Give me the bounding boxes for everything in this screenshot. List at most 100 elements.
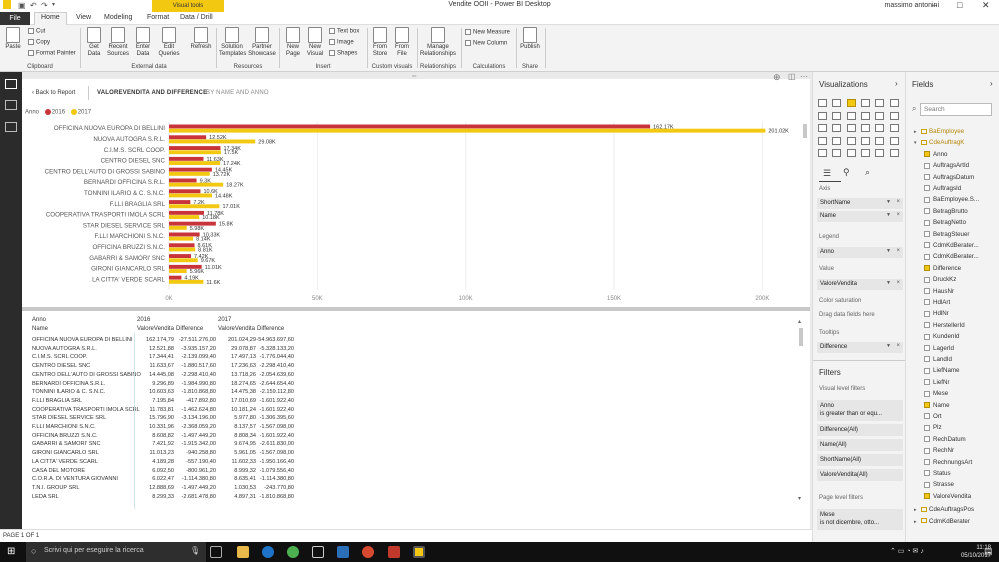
field-item[interactable]: CdmKdBerater...: [924, 253, 979, 264]
matrix-visual-icon[interactable]: [846, 149, 856, 157]
dropdown-icon[interactable]: ▼: [886, 248, 891, 254]
partner-showcase-button[interactable]: Partner Showcase: [248, 27, 276, 58]
category-label[interactable]: OFFICINA NUOVA EUROPA DI BELLINI: [54, 125, 165, 132]
field-item[interactable]: Mese: [924, 390, 948, 401]
splitter[interactable]: [22, 307, 810, 311]
filter-name[interactable]: Name(All): [817, 439, 903, 451]
format-painter-button[interactable]: Format Painter: [28, 50, 76, 57]
field-item[interactable]: Difference: [924, 265, 961, 276]
slicer-visual-icon[interactable]: [818, 149, 827, 157]
legend-2017[interactable]: 2017: [78, 110, 91, 116]
category-label[interactable]: NUOVA AUTOGRA S.R.L.: [93, 136, 165, 143]
field-item[interactable]: BetragSteuer: [924, 231, 969, 242]
field-item[interactable]: BetragBrutto: [924, 208, 968, 219]
field-item[interactable]: AuftragsId: [924, 185, 961, 196]
field-checkbox[interactable]: [924, 436, 930, 443]
field-checkbox[interactable]: [924, 310, 930, 317]
gauge-visual-icon[interactable]: [846, 136, 856, 145]
bar-2016[interactable]: [169, 124, 651, 129]
back-to-report-button[interactable]: ‹ Back to Report: [32, 90, 75, 96]
table-row[interactable]: OFFICINA NUOVA EUROPA DI BELLINI 162.174,…: [32, 337, 302, 346]
table-row[interactable]: LEDA SRL 8.299,33 -2.681.478,80 4.897,31 -1.…: [32, 494, 302, 503]
bar-2017[interactable]: [169, 215, 200, 219]
treemap-visual-icon[interactable]: [875, 124, 885, 132]
matrix-header-vv-2016[interactable]: ValoreVendita: [137, 326, 174, 332]
add-icon[interactable]: ⊕: [773, 72, 781, 83]
remove-icon[interactable]: ×: [896, 199, 900, 205]
bar-2016[interactable]: [169, 254, 192, 258]
format-paint-roller-icon[interactable]: ⚲: [843, 167, 850, 178]
expand-arrow-icon[interactable]: ▸: [914, 129, 921, 135]
fields-search-input[interactable]: Search: [920, 103, 992, 116]
field-checkbox[interactable]: [924, 276, 930, 283]
more-options-icon[interactable]: ⋯: [800, 72, 808, 81]
matrix-header-name[interactable]: Name: [32, 326, 48, 332]
report-view-icon[interactable]: [5, 79, 17, 89]
tab-home[interactable]: Home: [34, 12, 67, 25]
maximize-icon[interactable]: □: [957, 0, 962, 10]
image-button[interactable]: Image: [329, 39, 354, 46]
field-checkbox[interactable]: [924, 219, 930, 226]
field-checkbox[interactable]: [924, 333, 930, 340]
funnel-visual-icon[interactable]: [832, 136, 842, 145]
field-item[interactable]: Strasse: [924, 481, 954, 492]
data-view-icon[interactable]: [5, 100, 17, 110]
bar-2017[interactable]: [169, 171, 210, 176]
table-row[interactable]: TONNINI ILARIO & C. S.N.C. 10.603,63 -1.81…: [32, 389, 302, 398]
collapse-arrow-icon[interactable]: ▾: [914, 140, 921, 146]
stacked-column-visual-icon[interactable]: [832, 99, 842, 107]
text-box-button[interactable]: Text box: [329, 28, 359, 35]
field-checkbox[interactable]: [924, 185, 930, 192]
field-item[interactable]: HausNr: [924, 288, 954, 299]
table-item[interactable]: ▸ CdmKdBerater: [914, 518, 970, 529]
fields-tab-icon[interactable]: ☰: [823, 168, 831, 179]
category-label[interactable]: GIRONI GIANCARLO SRL: [91, 266, 165, 273]
bar-2017[interactable]: [169, 182, 224, 187]
field-item[interactable]: Anno: [924, 151, 947, 162]
new-measure-button[interactable]: New Measure: [465, 29, 510, 36]
scatter-visual-icon[interactable]: [832, 124, 842, 132]
field-checkbox[interactable]: [924, 401, 930, 408]
table-item[interactable]: ▸ CdeAuftragsPos: [914, 506, 974, 517]
minimize-icon[interactable]: –: [932, 0, 937, 10]
matrix-header-diff-2017[interactable]: Difference: [257, 326, 284, 332]
field-checkbox[interactable]: [924, 379, 930, 386]
table-row[interactable]: GIRONI GIANCARLO SRL 11.013,23 -940.258,80…: [32, 450, 302, 459]
field-item[interactable]: LiefNr: [924, 379, 950, 390]
category-label[interactable]: STAR DIESEL SERVICE SRL: [83, 222, 166, 229]
outlook-icon[interactable]: [337, 546, 349, 558]
field-item[interactable]: ValoreVendita: [924, 493, 971, 504]
map-visual-icon[interactable]: [889, 124, 899, 132]
category-label[interactable]: GABARRI & SAMORI' SNC: [89, 255, 165, 262]
filter-difference[interactable]: Difference(All): [817, 424, 903, 436]
edit-queries-button[interactable]: Edit Queries: [158, 27, 180, 58]
task-view-icon[interactable]: [210, 546, 222, 558]
table-row[interactable]: NUOVA AUTOGRA S.R.L. 12.521,88 -3.935.157,…: [32, 346, 302, 355]
card-visual-icon[interactable]: [875, 136, 885, 145]
field-checkbox[interactable]: [924, 196, 930, 203]
powerbi-taskbar-icon[interactable]: [413, 546, 425, 558]
field-checkbox[interactable]: [924, 447, 930, 454]
copy-button[interactable]: Copy: [28, 39, 50, 46]
bar-2017[interactable]: [169, 247, 196, 252]
field-checkbox[interactable]: [924, 265, 930, 272]
field-item[interactable]: LagerId: [924, 345, 954, 356]
calculator-app-icon[interactable]: [312, 546, 324, 558]
category-label[interactable]: OFFICINA BRUZZI S.N.C.: [92, 244, 165, 251]
bar-2016[interactable]: [169, 156, 204, 161]
field-item[interactable]: BetragNetto: [924, 219, 966, 230]
field-item[interactable]: LandId: [924, 356, 952, 367]
category-label[interactable]: C.I.M.S. SCRL COOP.: [104, 147, 165, 154]
field-item[interactable]: CdmKdBerater...: [924, 242, 979, 253]
new-column-button[interactable]: New Column: [465, 40, 507, 47]
table-row[interactable]: F.LLI MARCHIONI S.N.C. 10.331,96 -2.368.05…: [32, 424, 302, 433]
file-explorer-icon[interactable]: [237, 546, 249, 558]
dropdown-icon[interactable]: ▼: [886, 343, 891, 349]
remove-icon[interactable]: ×: [896, 343, 900, 349]
bar-2017[interactable]: [169, 269, 187, 273]
filter-anno[interactable]: Anno is greater than or equ...: [817, 400, 903, 421]
field-item[interactable]: DruckKz: [924, 276, 956, 287]
more-visual-icon[interactable]: [889, 149, 899, 157]
category-label[interactable]: F.LLI MARCHIONI S.N.C.: [95, 233, 166, 240]
category-label[interactable]: TONNINI ILARIO & C. S.N.C.: [84, 190, 165, 197]
